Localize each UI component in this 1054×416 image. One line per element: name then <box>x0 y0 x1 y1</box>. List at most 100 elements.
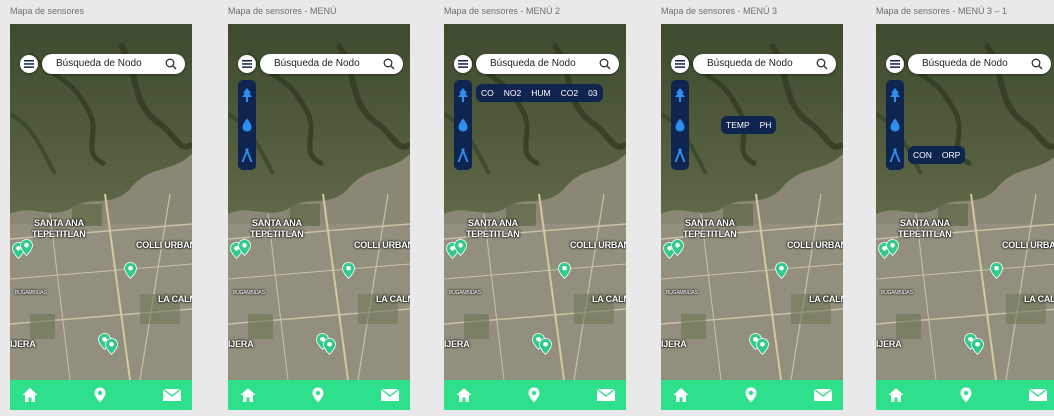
mail-icon[interactable] <box>596 387 616 403</box>
sensor-option[interactable]: PH <box>760 120 772 130</box>
sensor-options-pill: CON ORP <box>908 146 966 164</box>
water-drop-icon[interactable] <box>674 118 686 132</box>
sensor-marker[interactable] <box>756 338 769 355</box>
hamburger-icon <box>242 60 252 68</box>
map-label-colli-urban: COLLI URBAN <box>1002 240 1054 250</box>
sensor-category-menu <box>454 80 472 170</box>
sensor-marker[interactable] <box>238 239 251 256</box>
location-pin-icon[interactable] <box>310 387 326 403</box>
sensor-category-menu <box>671 80 689 170</box>
search-input[interactable]: Búsqueda de Nodo <box>274 58 360 69</box>
sensor-marker[interactable] <box>671 239 684 256</box>
sensor-marker[interactable] <box>971 338 984 355</box>
search-input[interactable]: Búsqueda de Nodo <box>56 58 142 69</box>
sensor-marker[interactable] <box>454 239 467 256</box>
search-input[interactable]: Búsqueda de Nodo <box>490 58 576 69</box>
satellite-map[interactable] <box>661 24 843 380</box>
map-label-bugambilias: BUGAMBILIAS <box>233 290 265 296</box>
sensor-category-menu <box>238 80 256 170</box>
tree-icon[interactable] <box>674 88 686 102</box>
mail-icon[interactable] <box>162 387 182 403</box>
search-input[interactable]: Búsqueda de Nodo <box>922 58 1008 69</box>
map-label-tepetitlan: TEPETITLAN <box>466 229 520 239</box>
sensor-option[interactable]: 03 <box>588 88 597 98</box>
search-input[interactable]: Búsqueda de Nodo <box>707 58 793 69</box>
sensor-option[interactable]: ORP <box>942 150 960 160</box>
search-bar[interactable]: Búsqueda de Nodo <box>476 54 619 74</box>
search-bar[interactable]: Búsqueda de Nodo <box>260 54 403 74</box>
search-icon[interactable] <box>1030 57 1044 71</box>
satellite-map[interactable] <box>10 24 192 380</box>
location-pin-icon[interactable] <box>92 387 108 403</box>
search-icon[interactable] <box>164 57 178 71</box>
location-pin-icon[interactable] <box>743 387 759 403</box>
hamburger-icon <box>890 60 900 68</box>
map-label-santa-ana: SANTA ANA <box>252 218 302 228</box>
location-pin-icon[interactable] <box>526 387 542 403</box>
sensor-options-pill: CO NO2 HUM CO2 03 <box>476 84 603 102</box>
search-icon[interactable] <box>382 57 396 71</box>
sensor-marker[interactable] <box>886 239 899 256</box>
frame-title: Mapa de sensores <box>10 6 85 16</box>
search-bar[interactable]: Búsqueda de Nodo <box>908 54 1051 74</box>
hamburger-menu-button[interactable] <box>238 55 256 73</box>
sensor-marker[interactable] <box>323 338 336 355</box>
home-icon[interactable] <box>673 387 689 403</box>
satellite-map[interactable] <box>876 24 1054 380</box>
sensor-option[interactable]: CO2 <box>561 88 578 98</box>
tower-icon[interactable] <box>241 148 253 162</box>
water-drop-icon[interactable] <box>457 118 469 132</box>
tower-icon[interactable] <box>889 148 901 162</box>
home-icon[interactable] <box>888 387 904 403</box>
map-label-bugambilias: BUGAMBILIAS <box>15 290 47 296</box>
sensor-marker[interactable] <box>990 262 1003 279</box>
location-pin-icon[interactable] <box>958 387 974 403</box>
sensor-marker[interactable] <box>558 262 571 279</box>
water-drop-icon[interactable] <box>241 118 253 132</box>
phone-screen: SANTA ANA TEPETITLAN COLLI URBAN BUGAMBI… <box>876 24 1054 410</box>
home-icon[interactable] <box>22 387 38 403</box>
search-icon[interactable] <box>815 57 829 71</box>
sensor-marker[interactable] <box>20 239 33 256</box>
map-label-tepetitlan: TEPETITLAN <box>898 229 952 239</box>
search-bar[interactable]: Búsqueda de Nodo <box>693 54 836 74</box>
map-label-la-calma: LA CALMA <box>1024 294 1054 304</box>
hamburger-menu-button[interactable] <box>671 55 689 73</box>
sensor-marker[interactable] <box>124 262 137 279</box>
satellite-map[interactable] <box>444 24 626 380</box>
hamburger-menu-button[interactable] <box>454 55 472 73</box>
map-label-tepetitlan: TEPETITLAN <box>683 229 737 239</box>
tree-icon[interactable] <box>457 88 469 102</box>
mail-icon[interactable] <box>380 387 400 403</box>
home-icon[interactable] <box>240 387 256 403</box>
tree-icon[interactable] <box>889 88 901 102</box>
search-icon[interactable] <box>598 57 612 71</box>
tower-icon[interactable] <box>457 148 469 162</box>
search-bar[interactable]: Búsqueda de Nodo <box>42 54 185 74</box>
design-frame-2: Mapa de sensores - MENÚ SANTA ANA TEPETI… <box>228 0 410 416</box>
sensor-marker[interactable] <box>775 262 788 279</box>
sensor-option[interactable]: HUM <box>531 88 550 98</box>
tower-icon[interactable] <box>674 148 686 162</box>
bottom-navigation <box>228 380 410 410</box>
sensor-option[interactable]: CON <box>913 150 932 160</box>
satellite-map[interactable] <box>228 24 410 380</box>
hamburger-menu-button[interactable] <box>886 55 904 73</box>
sensor-option[interactable]: TEMP <box>726 120 750 130</box>
mail-icon[interactable] <box>1028 387 1048 403</box>
tree-icon[interactable] <box>241 88 253 102</box>
sensor-marker[interactable] <box>105 338 118 355</box>
water-drop-icon[interactable] <box>889 118 901 132</box>
map-label-ijera: IJERA <box>228 339 254 349</box>
home-icon[interactable] <box>456 387 472 403</box>
sensor-option[interactable]: CO <box>481 88 494 98</box>
sensor-marker[interactable] <box>342 262 355 279</box>
sensor-marker[interactable] <box>539 338 552 355</box>
bottom-navigation <box>876 380 1054 410</box>
hamburger-menu-button[interactable] <box>20 55 38 73</box>
map-label-bugambilias: BUGAMBILIAS <box>449 290 481 296</box>
map-label-colli-urban: COLLI URBAN <box>570 240 626 250</box>
sensor-option[interactable]: NO2 <box>504 88 521 98</box>
map-label-ijera: IJERA <box>10 339 36 349</box>
mail-icon[interactable] <box>813 387 833 403</box>
